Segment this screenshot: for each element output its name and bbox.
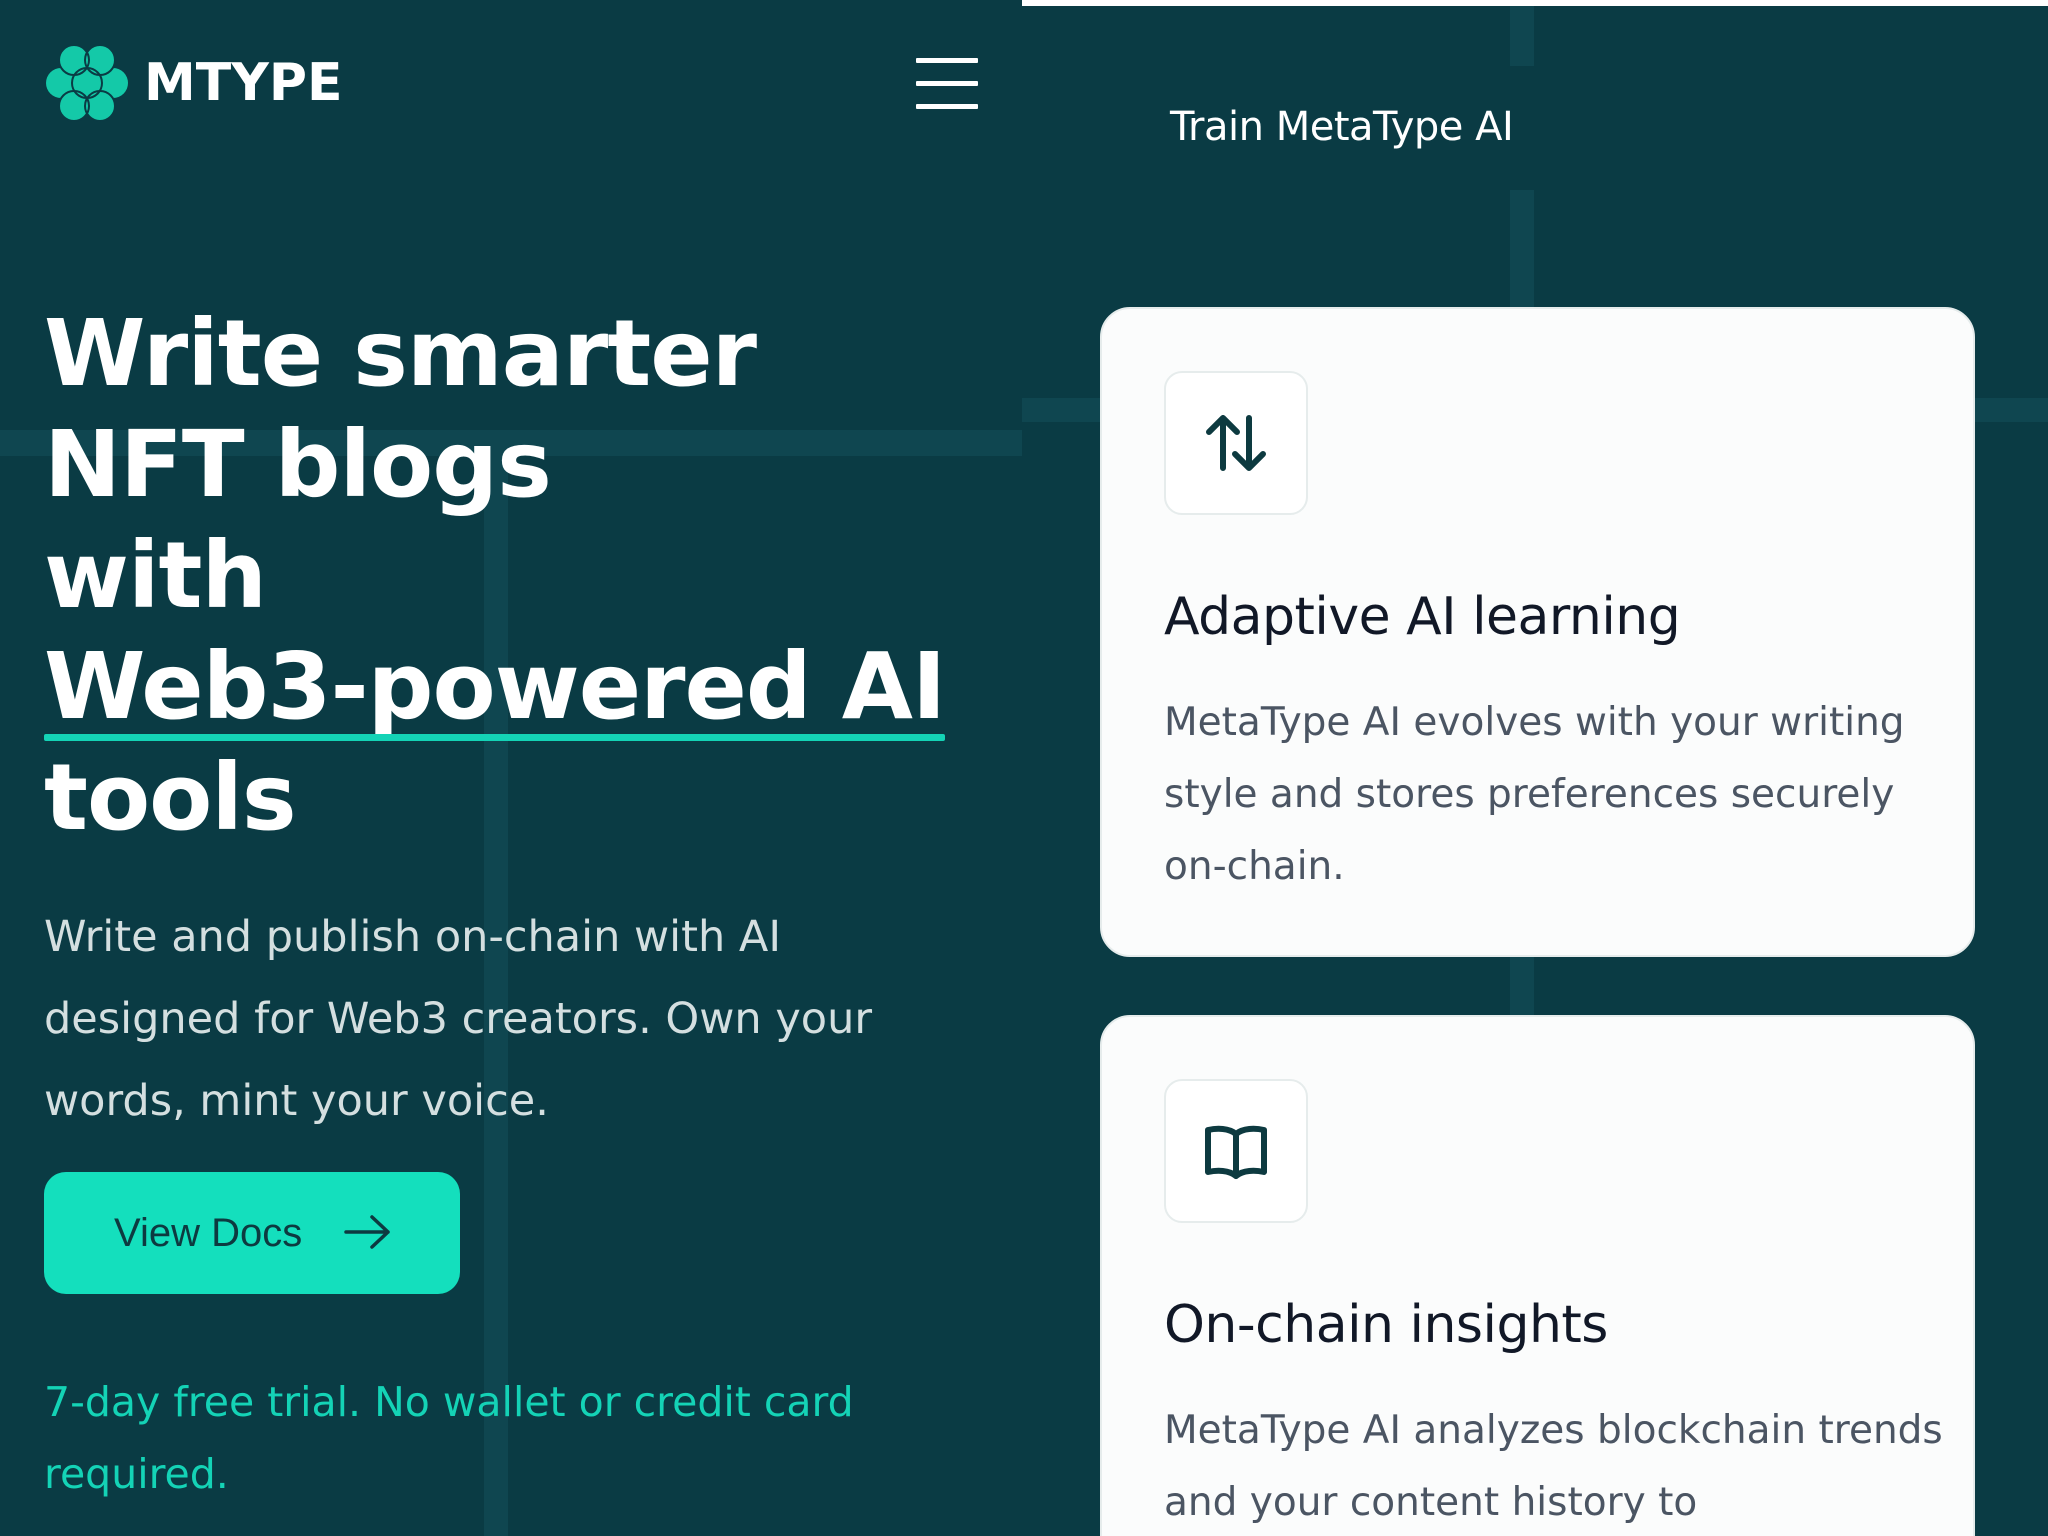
feature-card: On-chain insights MetaType AI analyzes b… <box>1100 1015 1975 1536</box>
feature-title: On-chain insights <box>1164 1295 1608 1355</box>
hero-subtitle: Write and publish on-chain with AI desig… <box>44 912 873 1126</box>
hero-title-highlight: Web3-powered AI <box>44 633 946 741</box>
trial-note: 7-day free trial. No wallet or credit ca… <box>44 1378 854 1498</box>
arrow-right-icon <box>344 1215 390 1249</box>
menu-bar <box>916 81 978 86</box>
view-docs-label: View Docs <box>114 1210 303 1255</box>
feature-icon-box <box>1164 371 1308 515</box>
brand-logo[interactable]: MTYPE <box>44 40 343 126</box>
hero-title-line: NFT blogs <box>44 411 552 518</box>
hero-title: Write smarter NFT blogs with Web3-powere… <box>44 298 1004 853</box>
feature-description: MetaType AI evolves with your writing st… <box>1164 700 1905 889</box>
open-book-icon <box>1205 1125 1267 1179</box>
feature-icon-box <box>1164 1079 1308 1223</box>
grid-line <box>1510 957 1534 1015</box>
hero-title-line: with <box>44 522 267 629</box>
brand-name: MTYPE <box>144 53 343 113</box>
page: MTYPE Write smarter NFT blogs with Web3-… <box>0 0 2048 1536</box>
feature-description: MetaType AI analyzes blockchain trends a… <box>1164 1408 1943 1525</box>
view-docs-button[interactable]: View Docs <box>44 1172 460 1294</box>
hamburger-menu-icon[interactable] <box>916 58 978 110</box>
cluster-logo-icon <box>46 44 128 122</box>
feature-card: Adaptive AI learning MetaType AI evolves… <box>1100 307 1975 957</box>
hero-title-line: Write smarter <box>44 300 757 407</box>
feature-title: Adaptive AI learning <box>1164 587 1681 647</box>
top-divider <box>1022 0 2048 6</box>
grid-line <box>1510 6 1534 66</box>
menu-bar <box>916 58 978 63</box>
menu-bar <box>916 104 978 109</box>
hero-title-line: tools <box>44 744 297 851</box>
grid-line <box>1510 190 1534 308</box>
arrows-up-down-icon <box>1206 415 1266 471</box>
section-title: Train MetaType AI <box>1170 104 1514 150</box>
